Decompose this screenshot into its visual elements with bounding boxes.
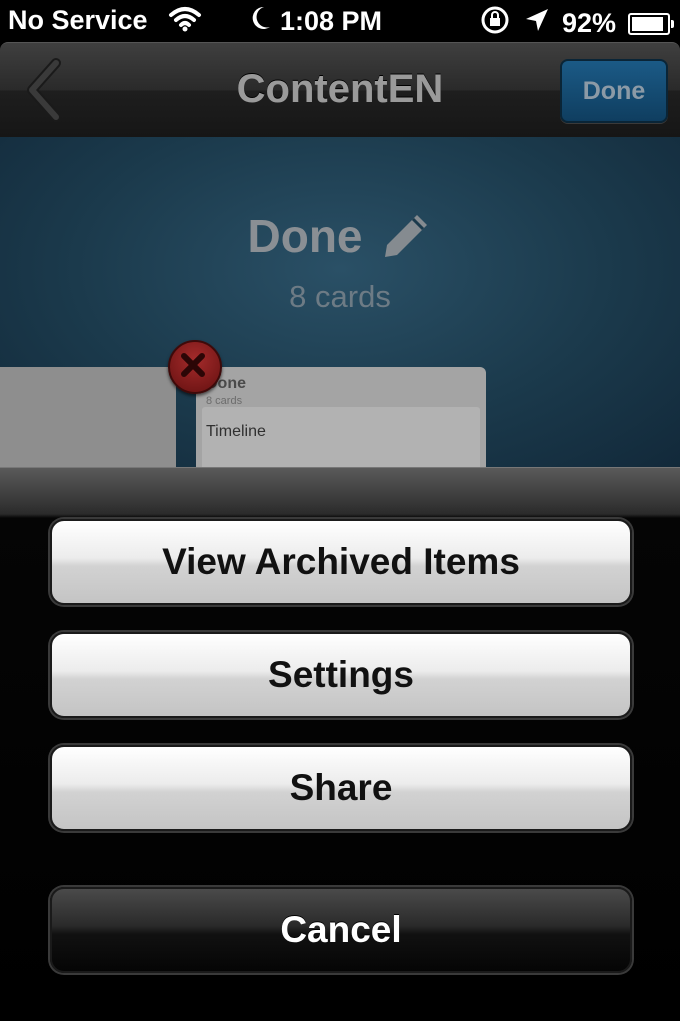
chevron-left-icon (20, 58, 70, 129)
done-button[interactable]: Done (560, 59, 668, 123)
rotation-lock-icon (478, 5, 512, 42)
settings-button[interactable]: Settings (50, 632, 632, 718)
list-card[interactable] (0, 367, 176, 467)
status-right: 92% (478, 5, 674, 42)
card-item[interactable]: Timeline ▪ 2 (202, 407, 480, 467)
navigation-bar: ContentEN Done (0, 42, 680, 138)
battery-percent: 92% (561, 8, 616, 38)
battery-icon (628, 12, 674, 35)
carrier-label: No Service (8, 5, 148, 35)
view-archived-items-button[interactable]: View Archived Items (50, 519, 632, 605)
list-title-row: Done (0, 209, 680, 263)
moon-icon (250, 5, 272, 38)
cancel-button[interactable]: Cancel (50, 887, 632, 973)
clock-time: 1:08 PM (280, 6, 383, 36)
card-item-text: Timeline (206, 423, 266, 440)
share-button[interactable]: Share (50, 745, 632, 831)
list-content: Done 8 cards Done 8 cards Timeline ▪ 2 (0, 137, 680, 467)
pencil-icon[interactable] (379, 209, 433, 263)
time-group: 1:08 PM (250, 5, 382, 38)
list-card[interactable]: Done 8 cards Timeline ▪ 2 (196, 367, 486, 467)
card-count: 8 cards (289, 279, 391, 314)
location-icon (524, 7, 550, 40)
card-list-count: 8 cards (206, 395, 243, 407)
list-title[interactable]: Done (248, 209, 363, 263)
status-bar: No Service 1:08 PM 92% (0, 0, 680, 42)
action-sheet: View Archived Items Settings Share Cance… (0, 467, 680, 1021)
delete-list-button[interactable] (168, 340, 222, 394)
wifi-icon (168, 6, 202, 39)
